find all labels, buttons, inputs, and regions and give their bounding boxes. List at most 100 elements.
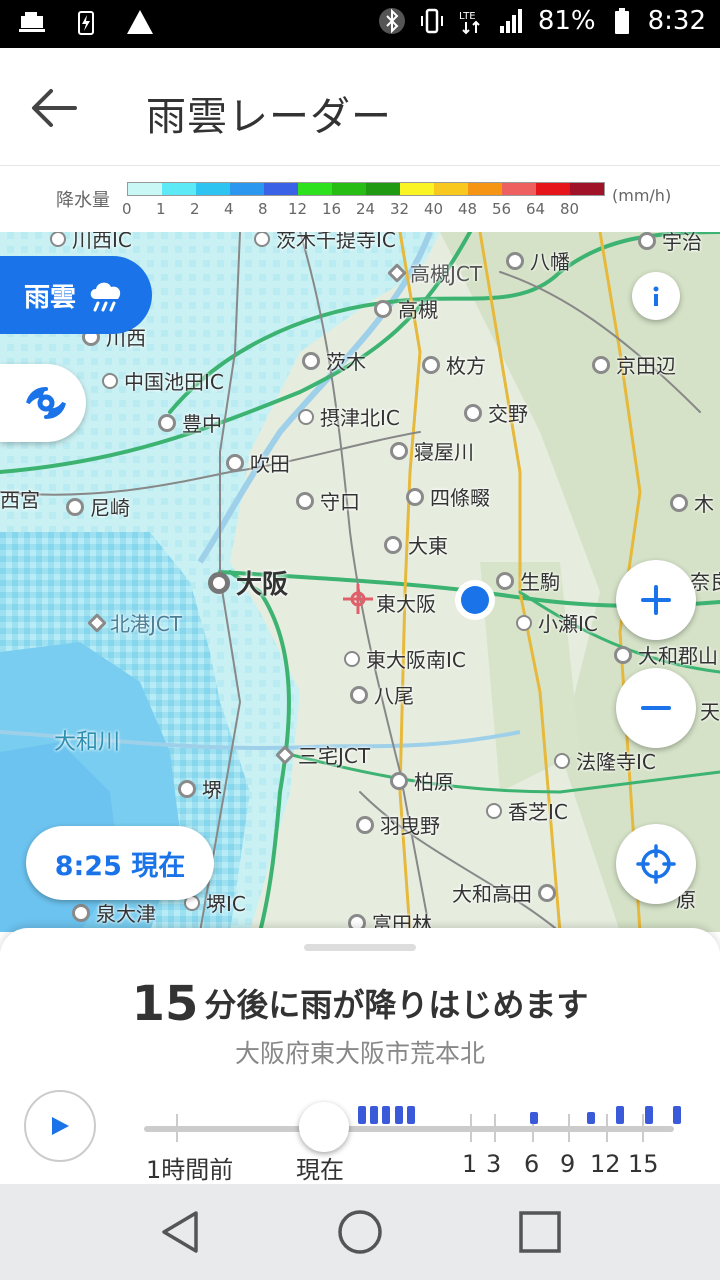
- vibrate-icon: [420, 8, 443, 34]
- map-place: 木: [670, 488, 714, 517]
- typhoon-tab[interactable]: [0, 364, 86, 442]
- nav-back-button[interactable]: [140, 1192, 220, 1272]
- legend-tick-label: 12: [288, 200, 308, 218]
- play-button[interactable]: [24, 1090, 96, 1162]
- legend-tick-label: 2: [190, 200, 200, 218]
- rain-bar: [382, 1106, 391, 1124]
- clock: 8:32: [647, 6, 706, 36]
- legend-tick-label: 48: [458, 200, 478, 218]
- bluetooth-icon: [378, 8, 405, 34]
- map-place: 堺: [178, 774, 222, 803]
- nav-recents-button[interactable]: [500, 1192, 580, 1272]
- legend-color-swatch: [366, 183, 400, 195]
- map-place: 吹田: [226, 448, 290, 477]
- minutes-until-rain: 15: [131, 976, 199, 1032]
- rain-bar: [673, 1106, 682, 1124]
- drag-handle[interactable]: [304, 944, 416, 951]
- map-river: 大和川: [54, 730, 121, 755]
- map-place: 天: [700, 700, 720, 724]
- crosshair-icon: [636, 844, 676, 884]
- triangle-back-icon: [162, 1211, 198, 1253]
- map-place: 香芝IC: [486, 796, 568, 825]
- map-place: 柏原: [390, 766, 454, 795]
- time-slider[interactable]: 1時間前 現在 1 3 6 9 12 15: [144, 1088, 682, 1184]
- rain-bar: [644, 1106, 653, 1124]
- zoom-out-button[interactable]: [616, 668, 696, 748]
- battery-saver-icon: [78, 11, 94, 35]
- play-icon: [52, 1117, 69, 1135]
- legend-color-swatch: [230, 183, 264, 195]
- map-place: 豊中: [158, 408, 222, 437]
- zoom-in-button[interactable]: [616, 560, 696, 640]
- legend-tick-label: 64: [526, 200, 546, 218]
- rain-bar: [370, 1106, 379, 1124]
- app-header: 雨雲レーダー: [0, 48, 720, 166]
- legend-color-swatch: [196, 183, 230, 195]
- legend-tick-label: 24: [356, 200, 376, 218]
- slider-tick: [568, 1114, 570, 1142]
- map-place: 八尾: [350, 680, 414, 709]
- legend-color-swatch: [434, 183, 468, 195]
- map-place: 四條畷: [406, 482, 490, 511]
- current-location-button[interactable]: [616, 824, 696, 904]
- page-title: 雨雲レーダー: [146, 94, 392, 140]
- map-place: 法隆寺IC: [554, 746, 656, 775]
- legend-tick-label: 0: [122, 200, 132, 218]
- map-place: 東大阪南IC: [344, 644, 466, 673]
- timeline-label: 15: [628, 1150, 659, 1178]
- lte-icon: LTE: [459, 11, 480, 35]
- slider-tick: [470, 1114, 472, 1142]
- warning-triangle-icon: [127, 10, 153, 34]
- slider-tick: [176, 1114, 178, 1142]
- rain-bar: [394, 1106, 403, 1124]
- legend-color-swatch: [298, 183, 332, 195]
- map-place: 摂津北IC: [298, 402, 400, 431]
- forecast-headline: 15 分後に雨が降りはじめます: [0, 976, 720, 1032]
- precipitation-legend: 降水量 0 1 2 4 8 12 16 24 32 40 48 56 64 80 (mm/h): [0, 166, 720, 232]
- rain-bar: [616, 1106, 625, 1124]
- minus-icon: [641, 706, 671, 710]
- back-button[interactable]: [22, 78, 86, 138]
- slider-thumb[interactable]: [299, 1102, 349, 1152]
- timeline-label: 9: [560, 1150, 576, 1178]
- current-time-chip[interactable]: 8:25 現在: [26, 826, 214, 900]
- map-place: 八幡: [506, 246, 570, 275]
- map-place: 茨木: [302, 346, 366, 375]
- slider-tick: [642, 1114, 644, 1142]
- rain-bar: [530, 1112, 539, 1124]
- cloud-rain-icon: [90, 282, 121, 312]
- legend-tick-label: 8: [258, 200, 268, 218]
- legend-unit: (mm/h): [612, 186, 672, 205]
- system-nav-bar: [0, 1184, 720, 1280]
- legend-tick-label: 16: [322, 200, 342, 218]
- status-bar: LTE 81% 8:32: [0, 0, 720, 48]
- info-button[interactable]: [632, 272, 680, 320]
- notification-ship-icon: [19, 12, 45, 32]
- legend-tick-label: 32: [390, 200, 410, 218]
- map-place: 京田辺: [592, 350, 676, 379]
- legend-color-swatch: [570, 183, 604, 195]
- rain-bar: [358, 1106, 366, 1124]
- map-place: 茨木千提寺IC: [254, 232, 396, 253]
- map-place: 泉大津: [72, 898, 156, 927]
- map-place: 尼崎: [66, 492, 130, 521]
- map-place: 高槻: [374, 294, 438, 323]
- slider-tick: [494, 1114, 496, 1142]
- signal-icon: [499, 9, 522, 33]
- legend-color-swatch: [128, 183, 162, 195]
- nav-home-button[interactable]: [320, 1192, 400, 1272]
- map-place-center: 東大阪: [376, 592, 436, 616]
- map-place: 大東: [384, 530, 448, 559]
- timeline-label: 6: [524, 1150, 540, 1178]
- legend-tick-label: 1: [156, 200, 166, 218]
- timeline-label: 現在: [296, 1156, 344, 1184]
- map-place: 大和高田: [452, 878, 556, 907]
- map-place: 枚方: [422, 350, 486, 379]
- arrow-left-icon: [32, 89, 77, 127]
- legend-tick-label: 56: [492, 200, 512, 218]
- legend-color-swatch: [468, 183, 502, 195]
- rain-cloud-tab[interactable]: 雨雲: [0, 256, 152, 334]
- map-place: 交野: [464, 398, 528, 427]
- map-place: 小瀬IC: [516, 608, 598, 637]
- map-place: 三宅JCT: [275, 740, 370, 769]
